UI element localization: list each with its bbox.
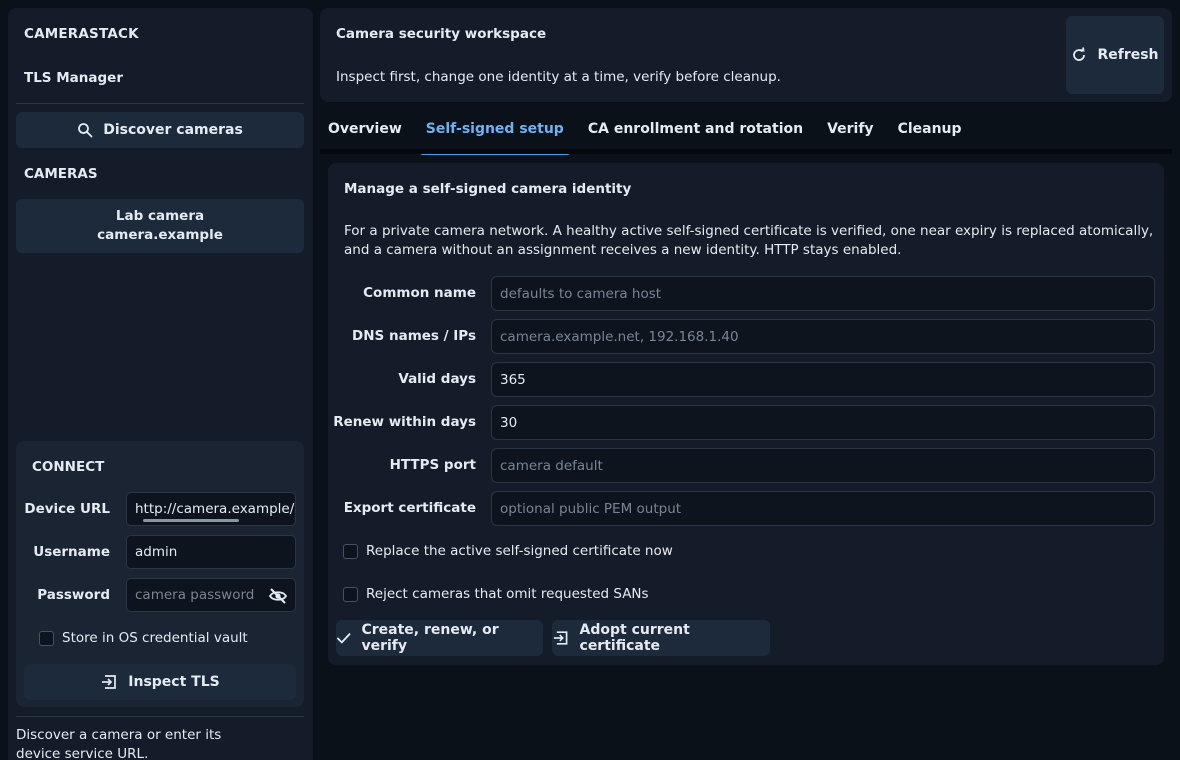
tab-self-signed-setup[interactable]: Self-signed setup	[418, 112, 572, 155]
store-credentials-label: Store in OS credential vault	[62, 630, 248, 646]
reject-sans-label: Reject cameras that omit requested SANs	[366, 586, 649, 602]
self-signed-panel: Manage a self-signed camera identity For…	[328, 163, 1164, 665]
workspace-header: Camera security workspace Inspect first,…	[320, 8, 1172, 102]
tab-ca-enrollment[interactable]: CA enrollment and rotation	[580, 112, 811, 150]
eye-off-icon[interactable]	[268, 587, 288, 605]
refresh-label: Refresh	[1097, 47, 1159, 63]
valid-days-value: 365	[500, 371, 526, 388]
store-credentials-checkbox[interactable]: Store in OS credential vault	[39, 630, 248, 646]
divider	[16, 716, 304, 717]
username-value: admin	[135, 544, 178, 560]
export-certificate-input[interactable]: optional public PEM output	[491, 491, 1155, 526]
camera-host: camera.example	[97, 227, 223, 243]
divider	[16, 103, 304, 104]
app-subtitle: TLS Manager	[24, 70, 123, 86]
reject-sans-checkbox[interactable]: Reject cameras that omit requested SANs	[343, 586, 649, 602]
tab-divider	[320, 149, 1172, 154]
password-placeholder: camera password	[135, 587, 255, 603]
https-port-input[interactable]: camera default	[491, 448, 1155, 483]
page-title: Camera security workspace	[336, 26, 547, 42]
panel-description: For a private camera network. A healthy …	[344, 223, 1154, 258]
common-name-placeholder: defaults to camera host	[500, 285, 662, 302]
dns-names-input[interactable]: camera.example.net, 192.168.1.40	[491, 319, 1155, 354]
https-port-placeholder: camera default	[500, 457, 603, 474]
create-renew-verify-button[interactable]: Create, renew, or verify	[336, 620, 543, 656]
checkbox-box[interactable]	[343, 543, 358, 559]
page-subtitle: Inspect first, change one identity at a …	[336, 69, 781, 85]
password-label: Password	[37, 587, 110, 603]
valid-days-label: Valid days	[398, 371, 476, 387]
adopt-certificate-label: Adopt current certificate	[579, 622, 690, 654]
replace-active-label: Replace the active self-signed certifica…	[366, 543, 673, 559]
device-url-label: Device URL	[24, 501, 110, 517]
refresh-button[interactable]: Refresh	[1066, 16, 1164, 94]
inspect-tls-label: Inspect TLS	[128, 674, 220, 690]
sign-in-icon	[102, 675, 117, 689]
tab-overview[interactable]: Overview	[320, 112, 410, 150]
camera-name: Lab camera	[115, 208, 205, 224]
sign-in-icon	[553, 631, 568, 645]
create-renew-verify-label: Create, renew, or verify	[361, 622, 499, 654]
input-scrollbar[interactable]	[143, 519, 239, 522]
cameras-heading: CAMERAS	[24, 166, 98, 182]
export-certificate-placeholder: optional public PEM output	[500, 500, 682, 517]
search-icon	[78, 123, 93, 138]
discover-cameras-button[interactable]: Discover cameras	[16, 112, 304, 148]
tab-bar: Overview Self-signed setup CA enrollment…	[320, 112, 978, 155]
adopt-certificate-button[interactable]: Adopt current certificate	[552, 620, 770, 656]
export-certificate-label: Export certificate	[343, 500, 476, 516]
checkbox-box[interactable]	[343, 586, 358, 602]
app-brand: CAMERASTACK	[24, 26, 139, 42]
https-port-label: HTTPS port	[389, 457, 476, 473]
password-input[interactable]: camera password	[126, 578, 296, 612]
refresh-icon	[1073, 47, 1086, 61]
renew-within-label: Renew within days	[333, 414, 476, 430]
sidebar: CAMERASTACK TLS Manager Discover cameras…	[8, 8, 313, 760]
renew-within-input[interactable]: 30	[491, 405, 1155, 440]
connect-panel: CONNECT Device URL http://camera.example…	[16, 441, 304, 707]
renew-within-value: 30	[500, 414, 518, 431]
tab-cleanup[interactable]: Cleanup	[890, 112, 970, 150]
inspect-tls-button[interactable]: Inspect TLS	[24, 664, 296, 700]
connect-heading: CONNECT	[32, 459, 105, 475]
discover-cameras-label: Discover cameras	[103, 122, 243, 138]
replace-active-checkbox[interactable]: Replace the active self-signed certifica…	[343, 543, 673, 559]
device-url-input[interactable]: http://camera.example/o	[126, 492, 296, 526]
panel-title: Manage a self-signed camera identity	[344, 181, 632, 197]
camera-list-item[interactable]: Lab camera camera.example	[16, 199, 304, 253]
username-label: Username	[33, 544, 110, 560]
check-icon	[337, 633, 351, 644]
sidebar-hint: Discover a camera or enter its device se…	[16, 727, 222, 760]
dns-names-label: DNS names / IPs	[352, 328, 476, 344]
username-input[interactable]: admin	[126, 535, 296, 569]
valid-days-input[interactable]: 365	[491, 362, 1155, 397]
dns-names-placeholder: camera.example.net, 192.168.1.40	[500, 328, 739, 345]
tab-verify[interactable]: Verify	[819, 112, 881, 150]
common-name-label: Common name	[363, 285, 476, 301]
common-name-input[interactable]: defaults to camera host	[491, 276, 1155, 311]
checkbox-box[interactable]	[39, 630, 54, 646]
device-url-value: http://camera.example/o	[135, 501, 296, 517]
